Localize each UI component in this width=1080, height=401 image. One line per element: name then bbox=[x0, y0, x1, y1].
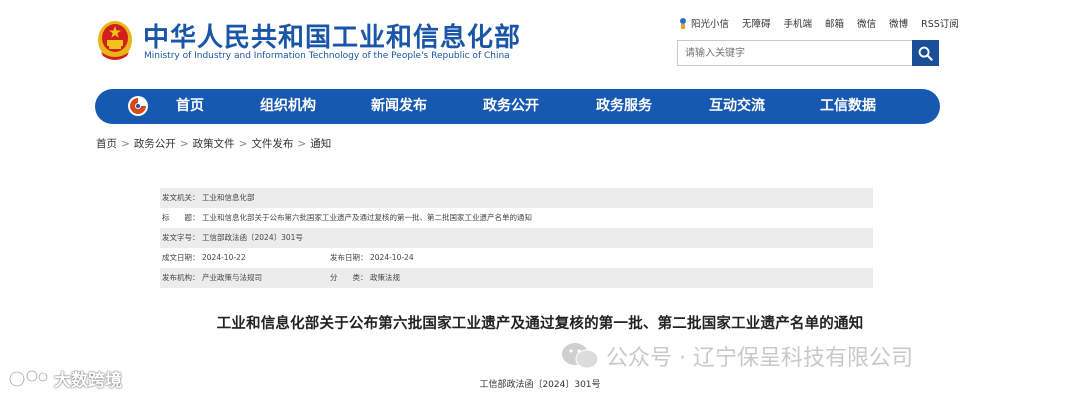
info-row-issuer: 发文机关： 工业和信息化部 bbox=[160, 188, 873, 208]
info-row-dates: 成文日期： 2024-10-22 发布日期： 2024-10-24 bbox=[160, 248, 873, 268]
published-label: 发布日期： bbox=[330, 253, 368, 262]
national-emblem-icon bbox=[98, 21, 132, 60]
sunshine-icon bbox=[680, 18, 686, 29]
wechat-watermark-text: 公众号 · 辽宁保呈科技有限公司 bbox=[606, 346, 913, 371]
toplink-weibo[interactable]: 微博 bbox=[889, 16, 908, 30]
wechat-watermark: 公众号 · 辽宁保呈科技有限公司 bbox=[560, 340, 913, 372]
created-label: 成文日期： bbox=[162, 253, 200, 262]
search-input[interactable] bbox=[678, 41, 912, 65]
breadcrumb-notice[interactable]: 通知 bbox=[310, 136, 331, 151]
published-value: 2024-10-24 bbox=[370, 253, 414, 262]
info-row-docno: 发文字号： 工信部政法函〔2024〕301号 bbox=[160, 228, 873, 248]
wechat-icon bbox=[562, 343, 599, 369]
document-number: 工信部政法函〔2024〕301号 bbox=[479, 380, 601, 390]
breadcrumb-home[interactable]: 首页 bbox=[96, 136, 117, 151]
toplink-wechat[interactable]: 微信 bbox=[857, 16, 876, 30]
nav-item-data[interactable]: 工信数据 bbox=[820, 89, 876, 124]
breadcrumb-separator: > bbox=[238, 137, 248, 150]
nav-item-home[interactable]: 首页 bbox=[176, 89, 204, 124]
nav-item-organization[interactable]: 组织机构 bbox=[260, 89, 316, 124]
miit-logo-icon bbox=[128, 96, 148, 116]
title-value: 工业和信息化部关于公布第六批国家工业遗产及通过复核的第一批、第二批国家工业遗产名… bbox=[202, 213, 532, 222]
toplink-rss[interactable]: RSS订阅 bbox=[921, 16, 959, 30]
site-title-en: Ministry of Industry and Information Tec… bbox=[144, 51, 510, 61]
nav-item-gov-services[interactable]: 政务服务 bbox=[596, 89, 652, 124]
site-header: 中华人民共和国工业和信息化部 Ministry of Industry and … bbox=[0, 0, 1080, 85]
nav-item-news[interactable]: 新闻发布 bbox=[371, 89, 427, 124]
info-row-title: 标 题： 工业和信息化部关于公布第六批国家工业遗产及通过复核的第一批、第二批国家… bbox=[160, 208, 873, 228]
breadcrumb-policy-docs[interactable]: 政策文件 bbox=[193, 136, 235, 151]
main-nav: 首页 组织机构 新闻发布 政务公开 政务服务 互动交流 工信数据 bbox=[95, 89, 940, 124]
document-info-table: 发文机关： 工业和信息化部 标 题： 工业和信息化部关于公布第六批国家工业遗产及… bbox=[160, 188, 873, 288]
document-title: 工业和信息化部关于公布第六批国家工业遗产及通过复核的第一批、第二批国家工业遗产名… bbox=[216, 316, 864, 332]
toplink-mail[interactable]: 邮箱 bbox=[825, 16, 844, 30]
category-value: 政策法规 bbox=[370, 273, 400, 282]
breadcrumb-separator: > bbox=[121, 137, 130, 150]
toplink-sunshine[interactable]: 阳光小信 bbox=[678, 16, 729, 30]
top-links: 阳光小信 无障碍 手机端 邮箱 微信 微博 RSS订阅 bbox=[678, 15, 959, 31]
docno-value: 工信部政法函〔2024〕301号 bbox=[202, 233, 303, 242]
issuer-label: 发文机关： bbox=[162, 193, 200, 202]
breadcrumb: 首页 > 政务公开 > 政策文件 > 文件发布 > 通知 bbox=[96, 136, 331, 151]
title-label: 标 题： bbox=[162, 213, 200, 222]
toplink-accessibility[interactable]: 无障碍 bbox=[742, 16, 771, 30]
breadcrumb-gov-affairs[interactable]: 政务公开 bbox=[134, 136, 176, 151]
nav-item-interaction[interactable]: 互动交流 bbox=[709, 89, 765, 124]
search-box bbox=[677, 40, 939, 66]
nav-item-gov-affairs[interactable]: 政务公开 bbox=[483, 89, 539, 124]
toplink-mobile[interactable]: 手机端 bbox=[784, 16, 813, 30]
issuer-value: 工业和信息化部 bbox=[202, 193, 255, 202]
info-row-org: 发布机构： 产业政策与法规司 分 类： 政策法规 bbox=[160, 268, 873, 288]
org-value: 产业政策与法规司 bbox=[202, 273, 262, 282]
search-button[interactable] bbox=[912, 40, 939, 66]
breadcrumb-separator: > bbox=[179, 137, 189, 150]
search-icon bbox=[918, 46, 933, 61]
breadcrumb-file-release[interactable]: 文件发布 bbox=[251, 136, 293, 151]
site-title-cn[interactable]: 中华人民共和国工业和信息化部 bbox=[143, 17, 521, 54]
org-label: 发布机构： bbox=[162, 273, 200, 282]
created-value: 2024-10-22 bbox=[202, 253, 246, 262]
toplink-sunshine-label: 阳光小信 bbox=[691, 19, 730, 30]
docno-label: 发文字号： bbox=[162, 233, 200, 242]
category-label: 分 类： bbox=[330, 273, 368, 282]
breadcrumb-separator: > bbox=[297, 137, 307, 150]
